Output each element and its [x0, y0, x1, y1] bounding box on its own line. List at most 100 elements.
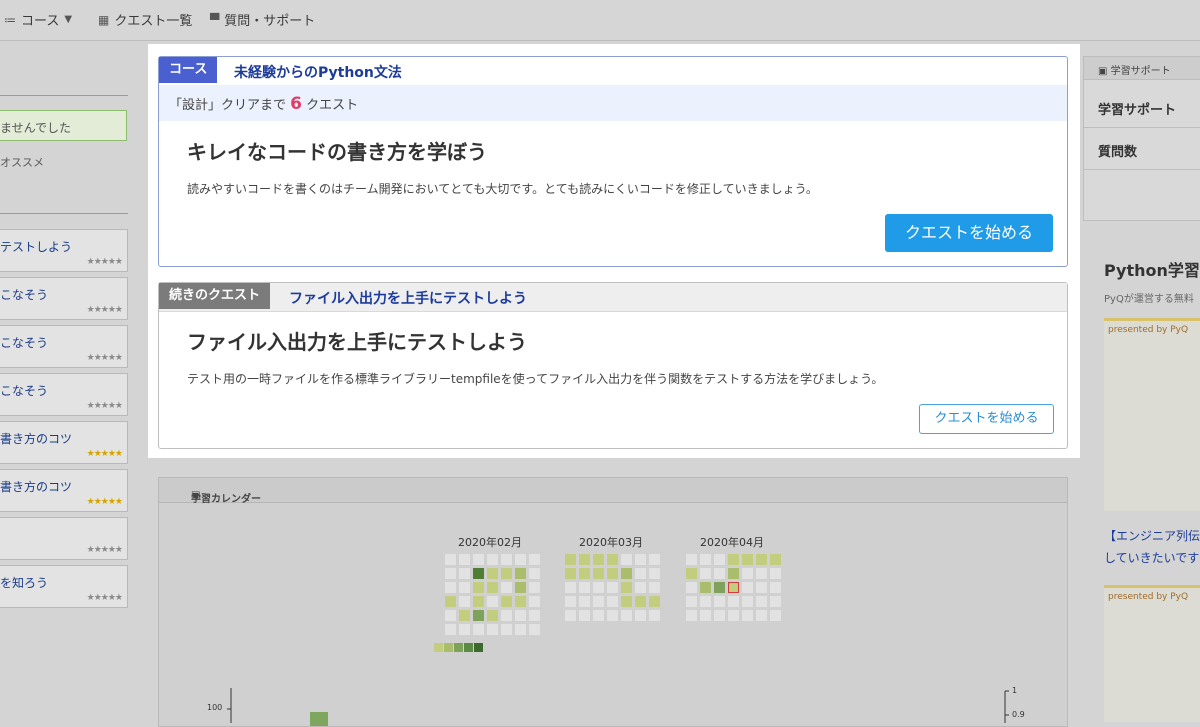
- course-badge: コース: [159, 57, 218, 83]
- calendar-day-cell: [515, 610, 526, 621]
- calendar-day-cell: [473, 610, 484, 621]
- calendar-day-cell: [487, 596, 498, 607]
- calendar-header: ▣ 学習カレンダー: [159, 478, 1067, 505]
- continue-start-quest-button[interactable]: クエストを始める: [919, 404, 1054, 434]
- left-divider: [0, 213, 128, 214]
- calendar-day-cell: [501, 582, 512, 593]
- left-quest-item[interactable]: こなそう ★★★★★: [0, 325, 128, 368]
- calendar-day-cell: [649, 582, 660, 593]
- calendar-day-cell: [473, 554, 484, 565]
- calendar-day-cell: [649, 610, 660, 621]
- star-rating: ★★★★★: [86, 257, 123, 267]
- calendar-day-cell: [459, 610, 470, 621]
- calendar-day-cell: [686, 596, 697, 607]
- calendar-day-cell: [686, 568, 697, 579]
- calendar-day-cell: [742, 596, 753, 607]
- left-quest-item[interactable]: 書き方のコツ ★★★★★: [0, 469, 128, 512]
- question-count-label: 質問数: [1098, 145, 1138, 160]
- calendar-day-cell: [445, 624, 456, 635]
- left-quest-item[interactable]: を知ろう ★★★★★: [0, 565, 128, 608]
- article-link[interactable]: していきたいです: [1104, 549, 1199, 566]
- calendar-day-cell: [621, 596, 632, 607]
- calendar-day-cell: [756, 568, 767, 579]
- star-rating: ★★★★★: [86, 497, 123, 507]
- calendar-day-cell: [635, 582, 646, 593]
- calendar-day-cell: [459, 596, 470, 607]
- calendar-day-cell: [700, 610, 711, 621]
- continue-quest-title: ファイル入出力を上手にテストしよう: [187, 330, 527, 354]
- support-row-label: 学習サポート: [1098, 103, 1177, 118]
- calendar-day-cell: [473, 568, 484, 579]
- calendar-day-cell: [700, 582, 711, 593]
- nav-quest-list[interactable]: ▦ クエスト一覧: [98, 10, 192, 30]
- calendar-day-cell: [445, 596, 456, 607]
- left-quest-item[interactable]: ★★★★★: [0, 517, 128, 560]
- calendar-day-cell: [529, 554, 540, 565]
- continue-badge: 続きのクエスト: [159, 283, 271, 309]
- legend-swatch: [464, 643, 473, 652]
- calendar-day-cell: [593, 610, 604, 621]
- calendar-day-cell: [515, 596, 526, 607]
- calendar-day-cell: [487, 624, 498, 635]
- calendar-day-cell: [742, 610, 753, 621]
- calendar-day-cell: [593, 582, 604, 593]
- calendar-day-cell: [515, 624, 526, 635]
- calendar-day-cell: [565, 568, 576, 579]
- calendar-day-cell: [649, 568, 660, 579]
- calendar-day-cell: [714, 568, 725, 579]
- continue-quest-description: テスト用の一時ファイルを作る標準ライブラリーtempfileを使ってファイル入出…: [187, 372, 884, 386]
- calendar-day-cell: [621, 554, 632, 565]
- calendar-day-cell: [593, 568, 604, 579]
- calendar-day-cell: [714, 596, 725, 607]
- course-name-link[interactable]: 未経験からのPython文法: [234, 62, 402, 82]
- star-rating: ★★★★★: [86, 593, 123, 603]
- left-notice-text: ませんでした: [0, 121, 72, 135]
- calendar-day-cell: [565, 582, 576, 593]
- calendar-day-cell: [607, 610, 618, 621]
- progress-text: 「設計」クリアまで 6 クエスト: [169, 94, 358, 114]
- calendar-day-cell: [607, 554, 618, 565]
- left-quest-item[interactable]: こなそう ★★★★★: [0, 373, 128, 416]
- presented-by: presented by PyQ: [1108, 592, 1189, 602]
- calendar-day-cell: [473, 624, 484, 635]
- calendar-day-cell: [565, 554, 576, 565]
- calendar-day-cell: [445, 610, 456, 621]
- calendar-day-cell: [501, 554, 512, 565]
- continue-quest-link[interactable]: ファイル入出力を上手にテストしよう: [289, 288, 527, 308]
- progress-suffix: クエスト: [306, 98, 359, 113]
- chat-icon: ▀: [210, 12, 220, 27]
- calendar-day-cell: [529, 610, 540, 621]
- course-card-header: コース 未経験からのPython文法: [159, 57, 1067, 85]
- calendar-day-cell: [756, 582, 767, 593]
- left-quest-item[interactable]: 書き方のコツ ★★★★★: [0, 421, 128, 464]
- nav-course-menu[interactable]: ≔ コース ▼: [4, 10, 72, 30]
- promo-banner[interactable]: presented by PyQ: [1104, 318, 1200, 511]
- legend-swatch: [434, 643, 443, 652]
- month-label: 2020年03月: [579, 536, 643, 549]
- calendar-day-cell: [579, 582, 590, 593]
- article-link[interactable]: 【エンジニア列伝: [1104, 527, 1200, 544]
- calendar-title: 学習カレンダー: [191, 494, 261, 505]
- progress-count: 6: [290, 94, 302, 114]
- chart-bar: [310, 712, 328, 726]
- start-quest-button[interactable]: クエストを始める: [885, 214, 1053, 252]
- question-count-row: 質問数: [1084, 129, 1200, 170]
- legend-swatch: [474, 643, 483, 652]
- calendar-day-cell: [714, 554, 725, 565]
- calendar-day-cell: [621, 582, 632, 593]
- calendar-day-cell: [770, 554, 781, 565]
- left-quest-item[interactable]: テストしよう ★★★★★: [0, 229, 128, 272]
- calendar-day-cell: [579, 610, 590, 621]
- nav-course-label: コース: [21, 14, 60, 29]
- calendar-day-cell: [686, 582, 697, 593]
- left-quest-item[interactable]: こなそう ★★★★★: [0, 277, 128, 320]
- promo-banner[interactable]: presented by PyQ: [1104, 585, 1200, 722]
- progress-prefix: 「設計」クリアまで: [169, 98, 287, 113]
- calendar-day-cell: [770, 568, 781, 579]
- support-panel-header: ▣ 学習サポート: [1084, 57, 1200, 80]
- course-progress: 「設計」クリアまで 6 クエスト: [159, 85, 1067, 121]
- calendar-day-cell: [607, 596, 618, 607]
- nav-support[interactable]: ▀ 質問・サポート: [210, 10, 315, 30]
- calendar-day-cell: [515, 568, 526, 579]
- axis-tick-label: 0.9: [1012, 710, 1025, 719]
